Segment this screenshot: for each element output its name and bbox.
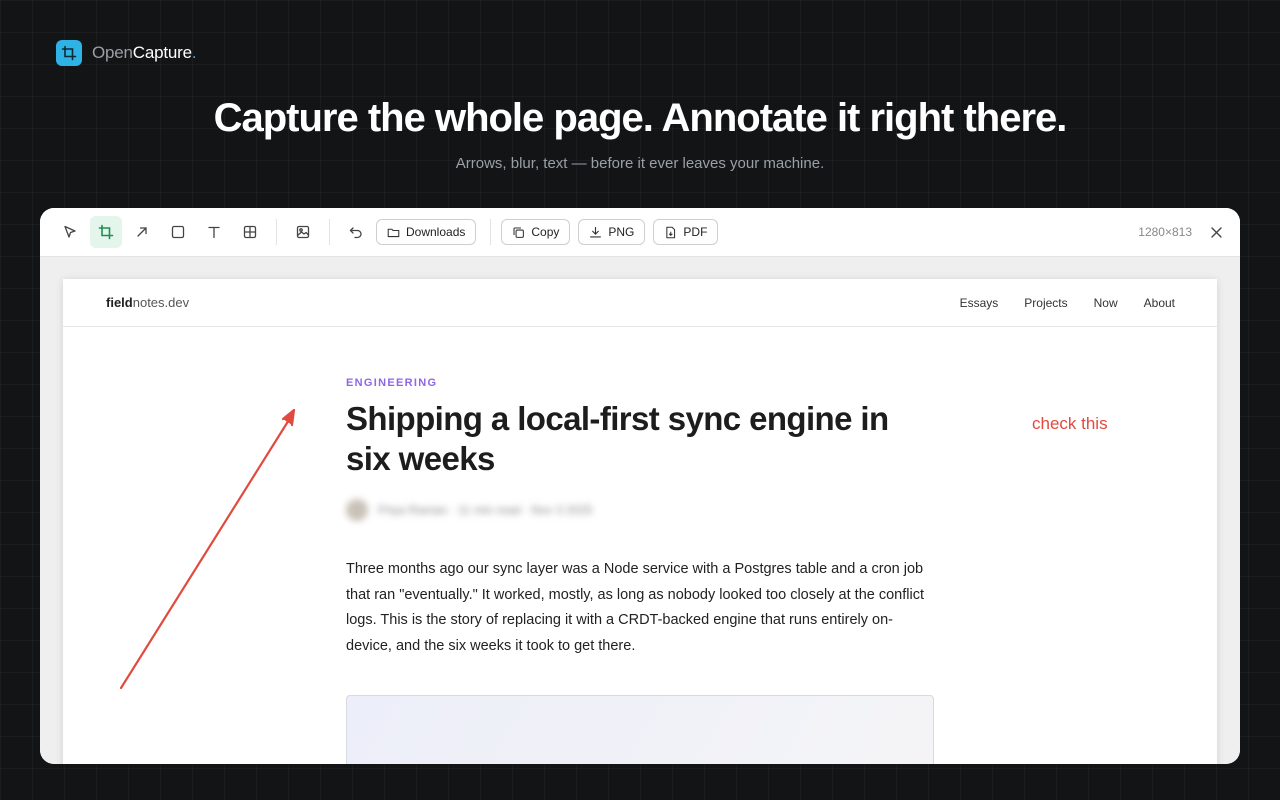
article-category: ENGINEERING	[346, 377, 438, 389]
copy-icon	[513, 227, 525, 238]
capture-dimensions: 1280×813	[1138, 225, 1192, 239]
pdf-label: PDF	[683, 225, 708, 239]
png-button[interactable]: PNG	[578, 219, 646, 245]
brand-dot: .	[191, 43, 197, 62]
site-nav-essays[interactable]: Essays	[960, 296, 999, 310]
site-nav-now[interactable]: Now	[1094, 296, 1118, 310]
annotation-text[interactable]: check this	[1032, 414, 1108, 434]
grid-icon	[243, 225, 257, 239]
site-nav-links: Essays Projects Now About	[960, 296, 1175, 310]
close-icon	[1210, 226, 1222, 238]
pdf-button[interactable]: PDF	[653, 219, 719, 245]
close-button[interactable]	[1208, 224, 1224, 240]
editor-toolbar: Downloads Copy PNG PDF 1280×813	[40, 208, 1240, 257]
article-title: Shipping a local-first sync engine in si…	[346, 400, 889, 477]
pointer-icon	[64, 225, 76, 238]
article-hero-image	[346, 695, 934, 764]
site-logo-bold: field	[106, 295, 133, 310]
site-nav-projects[interactable]: Projects	[1024, 296, 1067, 310]
toolbar-divider	[329, 219, 330, 245]
select-tool-button[interactable]	[54, 216, 86, 248]
hero-subline: Arrows, blur, text — before it ever leav…	[455, 155, 825, 172]
toolbar-divider	[490, 219, 492, 245]
captured-page: fieldnotes.dev Essays Projects Now About…	[63, 279, 1217, 764]
article-byline-blurred: Priya Raman · 11 min read · Nov 3 2025	[346, 499, 936, 521]
rectangle-icon	[171, 225, 185, 239]
downloads-button[interactable]: Downloads	[376, 219, 477, 245]
crop-icon	[98, 224, 114, 240]
copy-label: Copy	[531, 225, 560, 239]
download-icon	[590, 226, 602, 238]
brand-name-part1: Open	[92, 43, 133, 62]
image-icon	[296, 225, 310, 239]
image-tool-button[interactable]	[287, 216, 319, 248]
site-logo: fieldnotes.dev	[106, 295, 189, 310]
folder-icon	[387, 228, 400, 237]
brand-name-part2: Capture	[132, 43, 192, 62]
png-label: PNG	[608, 225, 635, 239]
hero-headline: Capture the whole page. Annotate it righ…	[213, 96, 1068, 140]
undo-icon	[349, 227, 362, 239]
capture-canvas[interactable]: fieldnotes.dev Essays Projects Now About…	[40, 257, 1240, 764]
site-nav-about[interactable]: About	[1144, 296, 1175, 310]
author-avatar	[346, 499, 368, 521]
article: ENGINEERING Shipping a local-first sync …	[346, 377, 936, 659]
brand: OpenCapture.	[56, 40, 197, 66]
text-tool-button[interactable]	[198, 216, 230, 248]
article-body: Three months ago our sync layer was a No…	[346, 561, 924, 654]
arrow-tool-button[interactable]	[126, 216, 158, 248]
site-header: fieldnotes.dev Essays Projects Now About	[63, 279, 1217, 327]
pdf-file-icon	[666, 226, 676, 238]
toolbar-divider	[276, 219, 277, 245]
grid-tool-button[interactable]	[234, 216, 266, 248]
capture-window: Downloads Copy PNG PDF 1280×813 fieldnot…	[40, 208, 1240, 764]
site-logo-rest: notes.dev	[132, 295, 190, 310]
rectangle-tool-button[interactable]	[162, 216, 194, 248]
undo-button[interactable]	[340, 216, 372, 248]
byline-text: Priya Raman · 11 min read · Nov 3 2025	[378, 503, 593, 517]
downloads-label: Downloads	[406, 225, 466, 239]
crop-logo-icon	[56, 40, 82, 66]
brand-name: OpenCapture.	[92, 43, 197, 63]
crop-tool-button[interactable]	[90, 216, 122, 248]
arrow-icon	[137, 227, 147, 237]
text-icon	[208, 226, 220, 239]
copy-button[interactable]: Copy	[501, 219, 571, 245]
